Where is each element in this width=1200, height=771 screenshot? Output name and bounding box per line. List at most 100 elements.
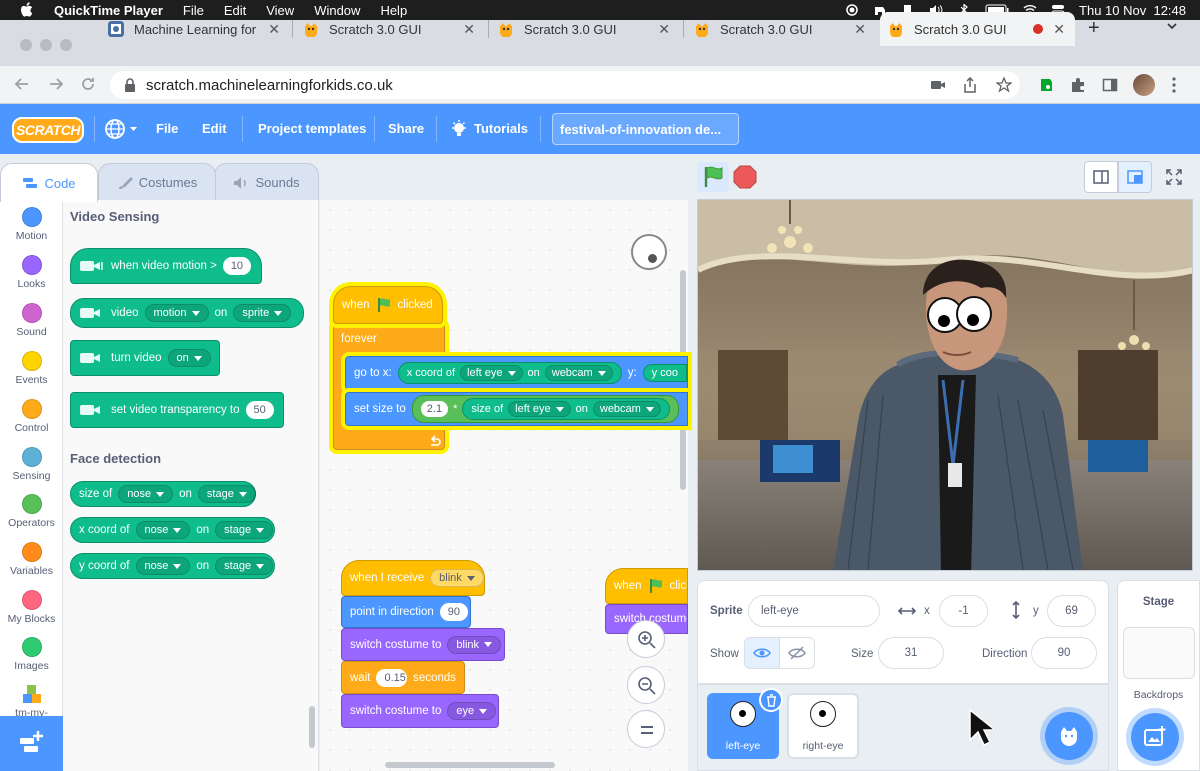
costume-dropdown[interactable]: eye [447,702,497,720]
category-tm-my[interactable]: tm-my- [0,684,63,716]
category-sound[interactable]: Sound [0,303,63,338]
block-when-flag-clicked-2[interactable]: when click [605,568,688,604]
browser-tab-scratch-2[interactable]: Scratch 3.0 GUI ✕ [490,12,680,46]
tutorials-button[interactable]: Tutorials [474,121,528,136]
small-stage-button[interactable] [1084,161,1118,193]
tab-search-chevron-icon[interactable] [1166,20,1178,32]
choose-sprite-button[interactable] [1045,712,1093,760]
share-button[interactable]: Share [388,121,424,136]
block-size-of-nose[interactable]: size of nose on stage [70,481,256,507]
block-y-coord-of-nose[interactable]: y coord of nose on stage [70,553,275,579]
tab-costumes[interactable]: Costumes [98,163,216,201]
category-images[interactable]: Images [0,637,63,672]
add-extension-button[interactable] [0,716,63,771]
delete-sprite-button[interactable] [759,688,783,712]
menu-edit-button[interactable]: Edit [202,121,227,136]
browser-menu-icon[interactable] [1172,76,1176,94]
lock-icon[interactable] [124,78,136,92]
block-set-size-to[interactable]: set size to 2.1 * size of left eye on we… [345,392,688,426]
block-x-coord-of-nose[interactable]: x coord of nose on stage [70,517,275,543]
wait-seconds-input[interactable]: 0.15 [376,668,408,687]
x-position-input[interactable]: -1 [939,595,988,627]
block-when-video-motion[interactable]: when video motion > 10 [70,248,262,284]
close-tab-icon[interactable]: ✕ [463,21,475,38]
close-tab-icon[interactable]: ✕ [1053,21,1065,38]
block-go-to-xy[interactable]: go to x: x coord of left eye on webcam y… [345,356,688,390]
profile-avatar[interactable] [1133,74,1155,96]
multiplier-input[interactable]: 2.1 [420,401,449,417]
green-flag-button[interactable] [697,162,729,192]
extensions-puzzle-icon[interactable] [1070,77,1086,93]
project-title-input[interactable]: festival-of-innovation de... [552,113,739,145]
browser-tab-scratch-1[interactable]: Scratch 3.0 GUI ✕ [295,12,485,46]
language-globe-icon[interactable] [104,118,138,140]
sprite-name-input[interactable]: left-eye [748,595,880,627]
category-motion[interactable]: Motion [0,207,63,242]
close-tab-icon[interactable]: ✕ [268,21,280,38]
address-bar[interactable]: scratch.machinelearningforkids.co.uk [110,71,1020,99]
y-position-input[interactable]: 69 [1047,595,1096,627]
new-tab-button[interactable]: + [1088,17,1100,40]
direction-input[interactable]: 90 [439,603,468,621]
close-tab-icon[interactable]: ✕ [854,21,866,38]
face-part-dropdown[interactable]: left eye [460,365,523,381]
block-wait-seconds[interactable]: wait 0.15 seconds [341,661,465,694]
face-part-dropdown[interactable]: nose [135,521,191,539]
video-state-dropdown[interactable]: on [167,349,211,367]
browser-tab-scratch-3[interactable]: Scratch 3.0 GUI ✕ [686,12,876,46]
close-tab-icon[interactable]: ✕ [658,21,670,38]
motion-threshold-input[interactable]: 10 [222,257,252,275]
close-window-button[interactable] [20,39,32,51]
source-dropdown[interactable]: webcam [544,365,613,381]
bookmark-star-icon[interactable] [996,77,1012,93]
zoom-in-button[interactable] [627,620,665,658]
project-templates-button[interactable]: Project templates [258,121,366,136]
y-coord-reporter[interactable]: y coo [642,364,687,382]
block-set-video-transparency[interactable]: set video transparency to 50 [70,392,284,428]
scratch-logo[interactable]: SCRATCH [12,117,84,143]
block-point-in-direction[interactable]: point in direction 90 [341,596,471,628]
category-variables[interactable]: Variables [0,542,63,577]
browser-tab-scratch-active[interactable]: Scratch 3.0 GUI ✕ [880,12,1075,46]
direction-input[interactable]: 90 [1031,637,1097,669]
stop-button[interactable] [733,165,757,189]
camera-in-use-icon[interactable] [930,77,946,93]
face-part-dropdown[interactable]: left eye [508,401,571,417]
motion-dropdown[interactable]: motion [144,304,209,322]
show-visible-button[interactable] [744,637,780,669]
browser-tab-ml4k[interactable]: Machine Learning for K ✕ [100,12,290,46]
block-switch-costume-blink[interactable]: switch costume to blink [341,628,505,661]
back-arrow-icon[interactable] [14,76,30,92]
forward-arrow-icon[interactable] [48,76,64,92]
show-hidden-button[interactable] [779,637,815,669]
tab-sounds[interactable]: Sounds [214,163,319,201]
zoom-out-button[interactable] [627,666,665,704]
stage-canvas[interactable] [697,199,1193,571]
category-my-blocks[interactable]: My Blocks [0,590,63,625]
source-dropdown[interactable]: stage [215,557,274,575]
palette-scrollbar[interactable] [309,706,315,748]
costume-dropdown[interactable]: blink [447,635,502,654]
face-part-dropdown[interactable]: nose [118,485,174,503]
share-icon[interactable] [962,77,978,93]
sprite-tile-right-eye[interactable]: right-eye [787,693,859,759]
tutorials-bulb-icon[interactable] [450,119,468,139]
message-dropdown[interactable]: blink [430,569,484,587]
choose-backdrop-button[interactable] [1131,713,1179,761]
block-when-flag-clicked[interactable]: when clicked [333,286,443,324]
stage-thumbnail[interactable] [1123,627,1195,679]
size-input[interactable]: 31 [878,637,944,669]
source-dropdown[interactable]: stage [197,485,256,503]
normal-stage-button[interactable] [1118,161,1152,193]
side-panel-icon[interactable] [1102,77,1118,93]
zoom-window-button[interactable] [60,39,72,51]
category-operators[interactable]: Operators [0,494,63,529]
size-of-reporter[interactable]: size of left eye on webcam [462,398,670,420]
minimize-window-button[interactable] [40,39,52,51]
block-switch-costume-eye[interactable]: switch costume to eye [341,694,499,728]
apple-icon[interactable] [20,2,34,18]
clock[interactable]: Thu 10 Nov 12:48 [1079,3,1186,18]
menu-file-button[interactable]: File [156,121,178,136]
source-dropdown[interactable]: stage [215,521,274,539]
category-looks[interactable]: Looks [0,255,63,290]
